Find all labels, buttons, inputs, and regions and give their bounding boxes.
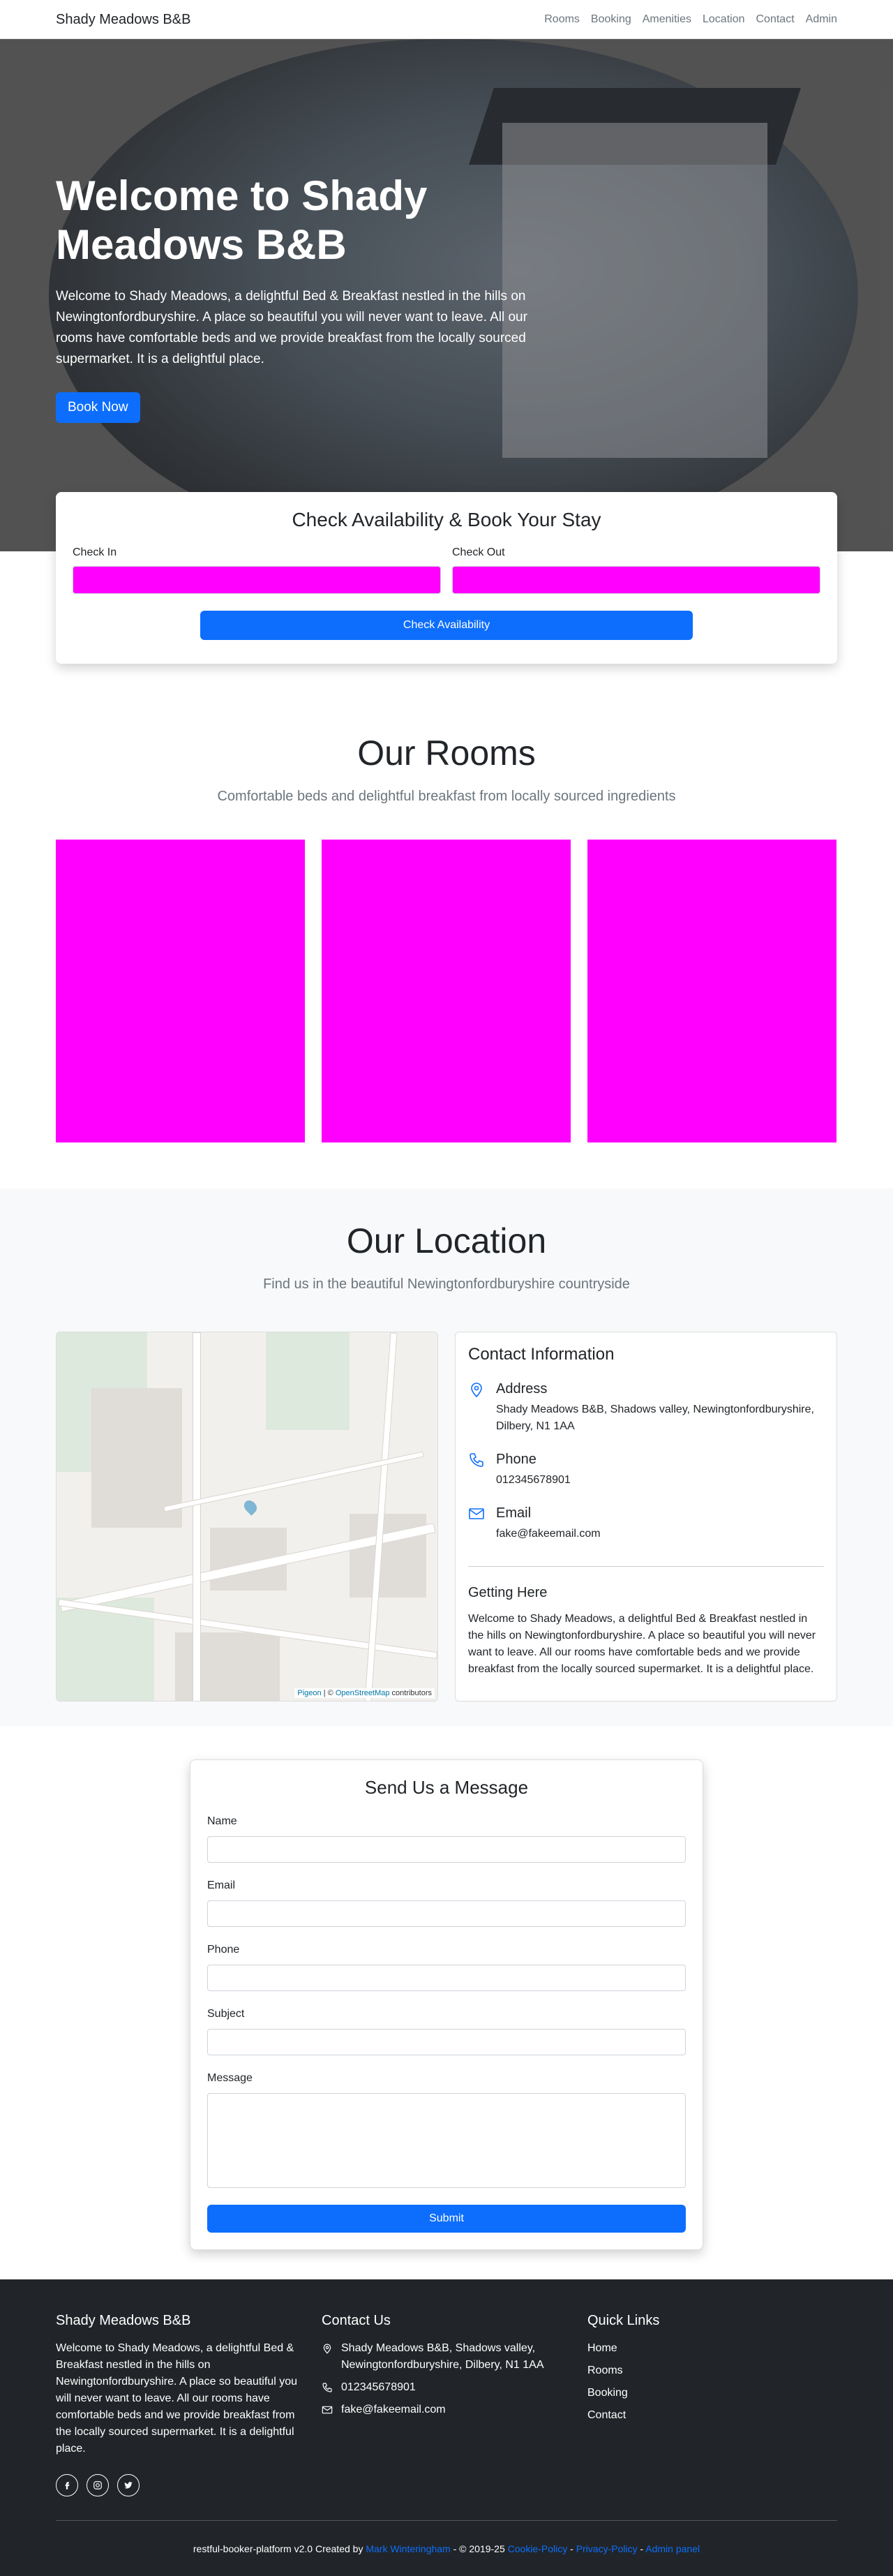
contact-form-card: Send Us a Message Name Email Phone Subje… bbox=[190, 1759, 703, 2250]
location-title: Our Location bbox=[346, 1221, 547, 1260]
footer-description: Welcome to Shady Meadows, a delightful B… bbox=[56, 2342, 297, 2455]
nav-link-booking[interactable]: Booking bbox=[591, 13, 631, 26]
message-textarea[interactable] bbox=[207, 2093, 686, 2188]
location-map[interactable]: Pigeon | © OpenStreetMap contributors bbox=[56, 1332, 438, 1702]
brand-logo[interactable]: Shady Meadows B&B bbox=[56, 12, 190, 28]
book-now-button[interactable]: Book Now bbox=[56, 392, 140, 423]
nav-links: Rooms Booking Amenities Location Contact… bbox=[544, 13, 837, 26]
cookie-policy-link[interactable]: Cookie-Policy bbox=[508, 2543, 568, 2554]
map-leaflet-link[interactable]: Pigeon bbox=[297, 1689, 321, 1697]
phone-label: Phone bbox=[207, 1944, 240, 1956]
address-heading: Address bbox=[496, 1381, 548, 1397]
location-pin-icon bbox=[471, 1383, 482, 1398]
admin-panel-link[interactable]: Admin panel bbox=[645, 2543, 700, 2554]
phone-text: 012345678901 bbox=[496, 1474, 571, 1486]
footer-link-rooms[interactable]: Rooms bbox=[587, 2362, 836, 2379]
nav-link-amenities[interactable]: Amenities bbox=[643, 13, 691, 26]
room-card[interactable] bbox=[56, 840, 305, 1142]
phone-input[interactable] bbox=[207, 1965, 686, 1991]
footer-divider bbox=[56, 2520, 837, 2521]
address-text: Shady Meadows B&B, Shadows valley, Newin… bbox=[496, 1404, 814, 1432]
quick-links-title: Quick Links bbox=[587, 2313, 660, 2328]
rooms-title: Our Rooms bbox=[357, 734, 536, 773]
navbar: Shady Meadows B&B Rooms Booking Amenitie… bbox=[0, 0, 893, 39]
phone-heading: Phone bbox=[496, 1452, 536, 1467]
location-subtitle: Find us in the beautiful Newingtonfordbu… bbox=[263, 1276, 630, 1292]
submit-button[interactable]: Submit bbox=[207, 2205, 686, 2233]
location-pin-icon bbox=[323, 2344, 331, 2354]
footer-brand: Shady Meadows B&B bbox=[56, 2313, 191, 2328]
name-label: Name bbox=[207, 1815, 237, 1827]
email-text: fake@fakeemail.com bbox=[496, 1528, 601, 1540]
divider bbox=[468, 1566, 824, 1567]
booking-card: Check Availability & Book Your Stay Chec… bbox=[56, 492, 837, 664]
footer-email: fake@fakeemail.com bbox=[341, 2404, 446, 2415]
map-attribution-suffix: contributors bbox=[389, 1689, 432, 1697]
envelope-icon bbox=[322, 2406, 333, 2414]
getting-here-text: Welcome to Shady Meadows, a delightful B… bbox=[468, 1613, 816, 1675]
phone-icon bbox=[322, 2383, 332, 2392]
footer-address: Shady Meadows B&B, Shadows valley, Newin… bbox=[341, 2342, 544, 2371]
email-label: Email bbox=[207, 1879, 236, 1891]
email-heading: Email bbox=[496, 1505, 532, 1521]
phone-icon bbox=[470, 1453, 483, 1467]
nav-link-rooms[interactable]: Rooms bbox=[544, 13, 580, 26]
credits-prefix: restful-booker-platform v2.0 Created by bbox=[193, 2543, 366, 2554]
instagram-icon[interactable] bbox=[87, 2474, 109, 2496]
contact-info-title: Contact Information bbox=[468, 1345, 615, 1364]
subject-input[interactable] bbox=[207, 2029, 686, 2055]
message-label: Message bbox=[207, 2072, 253, 2084]
credits-copyright: - © 2019-25 bbox=[450, 2543, 508, 2554]
footer-contact-title: Contact Us bbox=[322, 2313, 391, 2328]
contact-form-title: Send Us a Message bbox=[364, 1777, 529, 1798]
footer-link-contact[interactable]: Contact bbox=[587, 2407, 836, 2424]
contact-info-card: Contact Information Address Shady Meadow… bbox=[455, 1332, 837, 1702]
map-pin-icon[interactable] bbox=[241, 1498, 260, 1516]
footer-phone: 012345678901 bbox=[341, 2381, 416, 2393]
location-section: Our Location Find us in the beautiful Ne… bbox=[0, 1189, 893, 1726]
facebook-icon[interactable] bbox=[56, 2474, 78, 2496]
map-osm-link[interactable]: OpenStreetMap bbox=[336, 1689, 390, 1697]
room-card[interactable] bbox=[587, 840, 836, 1142]
credits-sep: - bbox=[567, 2543, 576, 2554]
contact-form-section: Send Us a Message Name Email Phone Subje… bbox=[0, 1726, 893, 2279]
hero-title: Welcome to Shady Meadows B&B bbox=[56, 172, 428, 268]
envelope-icon bbox=[469, 1508, 484, 1519]
booking-title: Check Availability & Book Your Stay bbox=[292, 509, 601, 530]
getting-here-title: Getting Here bbox=[468, 1585, 548, 1600]
nav-link-admin[interactable]: Admin bbox=[806, 13, 837, 26]
map-block bbox=[175, 1632, 280, 1701]
social-links bbox=[56, 2474, 305, 2496]
footer-link-booking[interactable]: Booking bbox=[587, 2385, 836, 2402]
subject-label: Subject bbox=[207, 2008, 245, 2020]
map-attribution-sep: | © bbox=[321, 1689, 336, 1697]
twitter-icon[interactable] bbox=[117, 2474, 140, 2496]
map-park bbox=[266, 1332, 350, 1430]
rooms-subtitle: Comfortable beds and delightful breakfas… bbox=[217, 789, 676, 804]
footer-link-home[interactable]: Home bbox=[587, 2340, 836, 2357]
check-in-input[interactable] bbox=[73, 566, 441, 594]
author-link[interactable]: Mark Winteringham bbox=[366, 2543, 450, 2554]
check-availability-button[interactable]: Check Availability bbox=[200, 611, 693, 640]
check-out-label: Check Out bbox=[452, 546, 505, 558]
footer: Shady Meadows B&B Welcome to Shady Meado… bbox=[0, 2279, 893, 2576]
hero-section: Welcome to Shady Meadows B&B Welcome to … bbox=[0, 39, 893, 551]
name-input[interactable] bbox=[207, 1836, 686, 1863]
map-attribution: Pigeon | © OpenStreetMap contributors bbox=[294, 1688, 435, 1698]
map-road bbox=[193, 1332, 201, 1701]
nav-link-contact[interactable]: Contact bbox=[756, 13, 795, 26]
room-card[interactable] bbox=[322, 840, 571, 1142]
nav-link-location[interactable]: Location bbox=[703, 13, 745, 26]
hero-description: Welcome to Shady Meadows, a delightful B… bbox=[56, 289, 527, 366]
privacy-policy-link[interactable]: Privacy-Policy bbox=[576, 2543, 638, 2554]
credits-sep: - bbox=[637, 2543, 646, 2554]
check-in-label: Check In bbox=[73, 546, 117, 558]
footer-credits: restful-booker-platform v2.0 Created by … bbox=[56, 2540, 837, 2557]
check-out-input[interactable] bbox=[452, 566, 820, 594]
email-input[interactable] bbox=[207, 1900, 686, 1927]
